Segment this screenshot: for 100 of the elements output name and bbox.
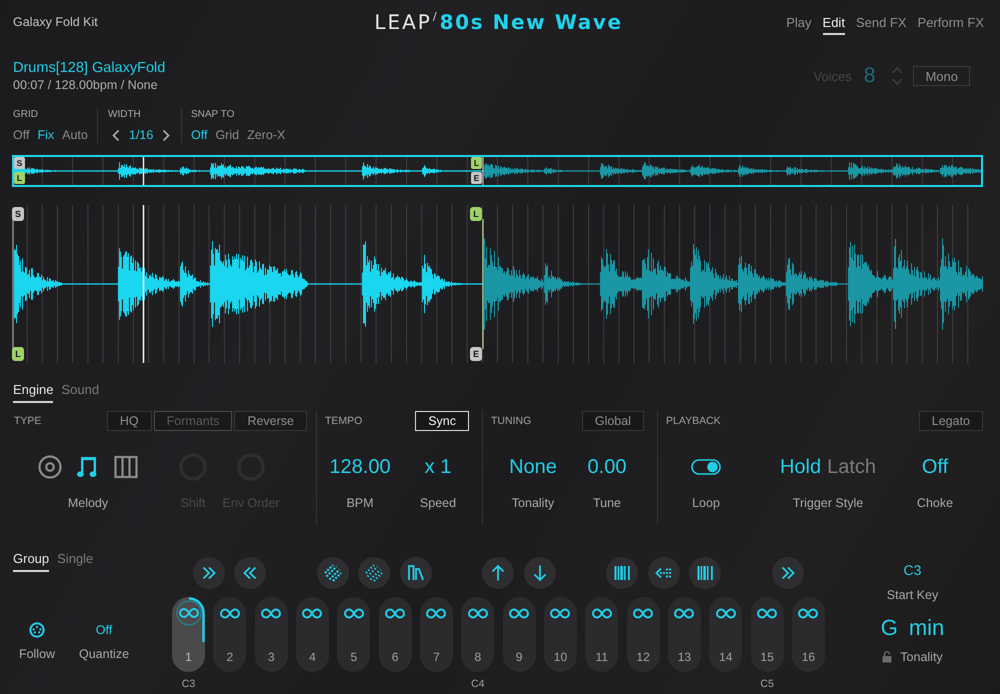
waveform-display[interactable] bbox=[12, 205, 983, 363]
sample-pad[interactable]: 5 bbox=[337, 597, 370, 672]
dotted-stripes-icon bbox=[365, 564, 384, 582]
quantize-value[interactable]: Off bbox=[96, 623, 112, 637]
infinity-icon bbox=[549, 608, 572, 619]
param-value[interactable]: 128.00 bbox=[329, 456, 391, 478]
panel-tab[interactable]: Sound bbox=[61, 381, 100, 403]
param-value[interactable]: 0.00 bbox=[588, 456, 626, 478]
option-toggle[interactable]: Grid bbox=[215, 127, 240, 143]
sample-pad[interactable]: 13 bbox=[668, 597, 701, 672]
option-toggle[interactable]: Fix bbox=[37, 127, 54, 143]
product-logo: LEAP/80s New Wave bbox=[374, 10, 623, 34]
sample-name: Drums[128] GalaxyFold bbox=[13, 59, 166, 77]
param-label: Melody bbox=[68, 495, 108, 511]
toggle-button[interactable]: Reverse bbox=[234, 411, 307, 431]
panel-tab[interactable]: Group bbox=[13, 550, 50, 572]
waveform-marker[interactable]: L bbox=[471, 157, 482, 169]
infinity-icon bbox=[590, 608, 613, 619]
pad-tool-button[interactable] bbox=[606, 557, 638, 589]
follow-label: Follow bbox=[18, 646, 56, 662]
kit-name: Galaxy Fold Kit bbox=[13, 15, 98, 29]
waveform-marker[interactable]: E bbox=[470, 347, 482, 361]
root-note-value[interactable]: G bbox=[880, 615, 898, 641]
param-value[interactable]: x 1 bbox=[424, 456, 452, 478]
param-label: Choke bbox=[916, 495, 954, 511]
sample-pad[interactable]: 14 bbox=[709, 597, 742, 672]
option-toggle[interactable]: Zero-X bbox=[247, 127, 286, 143]
infinity-icon bbox=[632, 608, 654, 619]
toggle-button[interactable]: Global bbox=[582, 411, 644, 431]
waveform-marker[interactable]: E bbox=[471, 172, 482, 184]
target-icon[interactable] bbox=[38, 455, 62, 479]
sample-pad[interactable]: 6 bbox=[378, 597, 412, 672]
sample-pad[interactable]: 10 bbox=[544, 597, 577, 672]
infinity-icon bbox=[342, 608, 365, 619]
sample-pad[interactable]: 3 bbox=[254, 597, 288, 672]
toggle-button[interactable]: Sync bbox=[415, 411, 469, 431]
pad-tool-button[interactable] bbox=[193, 557, 226, 589]
pad-tool-button[interactable] bbox=[400, 557, 432, 589]
option-toggle[interactable]: Auto bbox=[62, 127, 88, 143]
toggle-button[interactable]: HQ bbox=[106, 411, 152, 431]
pad-tool-button[interactable] bbox=[358, 557, 390, 589]
panel-tab[interactable]: Engine bbox=[13, 381, 54, 403]
option-toggle[interactable]: Off bbox=[191, 127, 208, 143]
overview-waveform[interactable] bbox=[12, 155, 983, 187]
param-label: Tune bbox=[592, 495, 622, 511]
start-key-value[interactable]: C3 bbox=[904, 561, 922, 579]
tonality-label: Tonality bbox=[900, 649, 943, 665]
scale-value[interactable]: min bbox=[908, 615, 944, 641]
pad-tool-button[interactable] bbox=[772, 557, 804, 589]
waveform-marker[interactable]: L bbox=[470, 207, 482, 221]
chevron-right-icon[interactable] bbox=[162, 128, 170, 142]
chevron-left-icon[interactable] bbox=[112, 128, 120, 142]
pad-tool-button[interactable] bbox=[317, 557, 350, 589]
pad-tool-button[interactable] bbox=[234, 557, 266, 589]
param-label: BPM bbox=[346, 495, 374, 511]
toggle-switch[interactable] bbox=[691, 459, 721, 475]
waveform-marker[interactable]: S bbox=[14, 157, 25, 169]
choice-option[interactable]: Latch bbox=[827, 456, 876, 478]
dotted-stripes-icon bbox=[324, 564, 342, 582]
option-toggle[interactable]: Off bbox=[13, 127, 30, 143]
note-label: C3 bbox=[182, 678, 196, 691]
sample-pad[interactable]: 16 bbox=[792, 597, 825, 672]
waveform-marker[interactable]: S bbox=[12, 207, 24, 221]
param-value[interactable]: Off bbox=[922, 456, 948, 478]
sample-info: 00:07 / 128.00bpm / None bbox=[13, 77, 159, 93]
sample-pad[interactable]: 9 bbox=[502, 597, 536, 672]
nav-tab[interactable]: Send FX bbox=[856, 9, 907, 35]
infinity-icon bbox=[756, 608, 778, 619]
pad-tool-button[interactable] bbox=[689, 557, 722, 589]
infinity-icon bbox=[301, 608, 324, 619]
infinity-icon bbox=[714, 608, 737, 619]
connector-icon[interactable] bbox=[29, 622, 45, 638]
choice-option[interactable]: Hold bbox=[780, 456, 822, 478]
columns-icon[interactable] bbox=[114, 455, 138, 479]
param-value[interactable]: None bbox=[509, 456, 557, 478]
panel-tab[interactable]: Single bbox=[57, 550, 94, 572]
nav-tab[interactable]: Edit bbox=[822, 9, 845, 35]
waveform-marker[interactable]: L bbox=[12, 347, 24, 361]
pad-tool-button[interactable] bbox=[482, 557, 514, 589]
infinity-icon bbox=[260, 608, 282, 619]
nav-tab[interactable]: Play bbox=[786, 9, 812, 35]
sample-pad[interactable]: 7 bbox=[420, 597, 453, 672]
start-key-label: Start Key bbox=[886, 587, 938, 603]
pad-tool-button[interactable] bbox=[648, 557, 680, 589]
pad-tool-button[interactable] bbox=[524, 557, 556, 589]
nav-tab[interactable]: Perform FX bbox=[918, 9, 984, 35]
waveform-marker[interactable]: L bbox=[14, 172, 25, 184]
sample-pad[interactable]: 8 bbox=[461, 597, 494, 672]
sample-pad[interactable]: 2 bbox=[213, 597, 246, 672]
note-label: C5 bbox=[760, 678, 774, 691]
sample-pad[interactable]: 12 bbox=[626, 597, 660, 672]
ringed-infinity-icon bbox=[176, 600, 202, 626]
sample-pad[interactable]: 15 bbox=[750, 597, 784, 672]
sample-pad[interactable]: 4 bbox=[296, 597, 329, 672]
padlock-icon[interactable] bbox=[882, 651, 892, 663]
sample-pad[interactable]: 1 bbox=[172, 597, 205, 672]
section-label: TEMPO bbox=[325, 415, 362, 427]
infinity-icon bbox=[425, 608, 448, 619]
sample-pad[interactable]: 11 bbox=[585, 597, 618, 672]
toggle-button[interactable]: Legato bbox=[918, 411, 983, 431]
